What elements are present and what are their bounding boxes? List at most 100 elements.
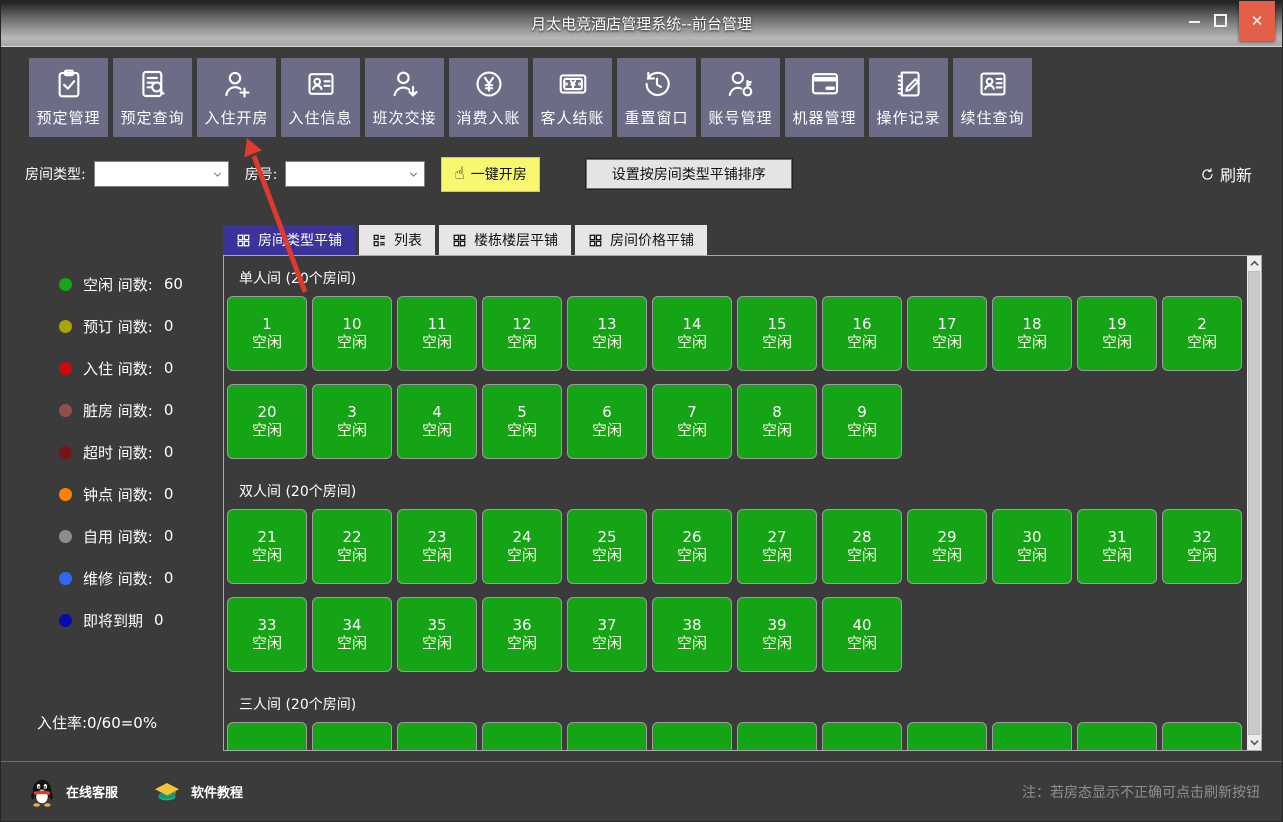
room-type-select[interactable] — [94, 161, 229, 187]
room-tile-8[interactable]: 8空闲 — [737, 384, 817, 459]
minimize-button[interactable] — [1181, 1, 1207, 35]
room-tile-3[interactable]: 3空闲 — [312, 384, 392, 459]
status-dot-icon — [59, 488, 72, 501]
room-tile-10[interactable]: 10空闲 — [312, 296, 392, 371]
refresh-button[interactable]: 刷新 — [1200, 162, 1252, 186]
scrollbar-thumb[interactable] — [1248, 271, 1260, 735]
room-tile-39[interactable]: 39空闲 — [737, 597, 817, 672]
toolbar-button-10[interactable]: 机器管理 — [785, 58, 864, 137]
room-tile-20[interactable]: 20空闲 — [227, 384, 307, 459]
room-tile-5[interactable]: 5空闲 — [482, 384, 562, 459]
room-tile[interactable] — [822, 722, 902, 751]
legend-item: 即将到期0 — [59, 599, 223, 641]
toolbar-button-1[interactable]: 预定管理 — [29, 58, 108, 137]
room-status: 空闲 — [592, 548, 622, 563]
room-tile-25[interactable]: 25空闲 — [567, 509, 647, 584]
room-tile-4[interactable]: 4空闲 — [397, 384, 477, 459]
room-tile-26[interactable]: 26空闲 — [652, 509, 732, 584]
history-icon — [641, 68, 673, 100]
banknote-icon — [557, 68, 589, 100]
room-tile-40[interactable]: 40空闲 — [822, 597, 902, 672]
tab-1[interactable]: 房间类型平铺 — [223, 225, 355, 255]
room-tile-12[interactable]: 12空闲 — [482, 296, 562, 371]
legend-item: 预订 间数:0 — [59, 305, 223, 347]
one-key-open-room-button[interactable]: ☝ 一键开房 — [441, 157, 539, 192]
room-tile-13[interactable]: 13空闲 — [567, 296, 647, 371]
room-tile[interactable] — [1162, 722, 1242, 751]
legend-count: 0 — [164, 401, 174, 419]
room-tile-38[interactable]: 38空闲 — [652, 597, 732, 672]
room-tile-23[interactable]: 23空闲 — [397, 509, 477, 584]
toolbar-button-label: 客人结账 — [540, 107, 604, 128]
room-tile[interactable] — [397, 722, 477, 751]
room-tile-31[interactable]: 31空闲 — [1077, 509, 1157, 584]
room-number: 28 — [852, 530, 871, 545]
room-tile[interactable] — [312, 722, 392, 751]
room-tile-24[interactable]: 24空闲 — [482, 509, 562, 584]
room-status: 空闲 — [252, 335, 282, 350]
toolbar-button-4[interactable]: 入住信息 — [281, 58, 360, 137]
room-number: 29 — [937, 530, 956, 545]
room-no-select[interactable] — [285, 161, 425, 187]
room-tile-18[interactable]: 18空闲 — [992, 296, 1072, 371]
room-tile-27[interactable]: 27空闲 — [737, 509, 817, 584]
sort-by-room-type-button[interactable]: 设置按房间类型平铺排序 — [586, 159, 792, 189]
maximize-button[interactable] — [1207, 1, 1233, 35]
room-tile-19[interactable]: 19空闲 — [1077, 296, 1157, 371]
room-tile-30[interactable]: 30空闲 — [992, 509, 1072, 584]
room-tile-21[interactable]: 21空闲 — [227, 509, 307, 584]
software-tutorial-link[interactable]: 软件教程 — [154, 780, 243, 804]
legend-count: 0 — [164, 443, 174, 461]
room-tile-7[interactable]: 7空闲 — [652, 384, 732, 459]
vertical-scrollbar[interactable] — [1247, 256, 1261, 750]
room-tile-29[interactable]: 29空闲 — [907, 509, 987, 584]
room-tile-34[interactable]: 34空闲 — [312, 597, 392, 672]
room-tile-32[interactable]: 32空闲 — [1162, 509, 1242, 584]
scroll-up-button[interactable] — [1247, 256, 1261, 271]
room-tile-16[interactable]: 16空闲 — [822, 296, 902, 371]
room-status: 空闲 — [847, 548, 877, 563]
room-tile[interactable] — [992, 722, 1072, 751]
toolbar-button-5[interactable]: 班次交接 — [365, 58, 444, 137]
room-tile-36[interactable]: 36空闲 — [482, 597, 562, 672]
title-bar: 月太电竞酒店管理系统--前台管理 ✕ — [1, 1, 1282, 47]
room-tile-6[interactable]: 6空闲 — [567, 384, 647, 459]
tab-3[interactable]: 楼栋楼层平铺 — [439, 225, 571, 255]
room-tile-2[interactable]: 2空闲 — [1162, 296, 1242, 371]
room-tile-22[interactable]: 22空闲 — [312, 509, 392, 584]
room-tile[interactable] — [567, 722, 647, 751]
toolbar-button-12[interactable]: 续住查询 — [953, 58, 1032, 137]
online-service-link[interactable]: 在线客服 — [29, 777, 118, 807]
room-tile-15[interactable]: 15空闲 — [737, 296, 817, 371]
toolbar-button-7[interactable]: 客人结账 — [533, 58, 612, 137]
room-tile[interactable] — [482, 722, 562, 751]
room-tile[interactable] — [652, 722, 732, 751]
room-no-label: 房号: — [245, 164, 278, 184]
room-tile-1[interactable]: 1空闲 — [227, 296, 307, 371]
room-tile[interactable] — [907, 722, 987, 751]
toolbar-button-6[interactable]: 消费入账 — [449, 58, 528, 137]
room-tile[interactable] — [227, 722, 307, 751]
toolbar-button-3[interactable]: 入住开房 — [197, 58, 276, 137]
room-tile-14[interactable]: 14空闲 — [652, 296, 732, 371]
room-tile[interactable] — [737, 722, 817, 751]
room-tile-33[interactable]: 33空闲 — [227, 597, 307, 672]
room-tile-35[interactable]: 35空闲 — [397, 597, 477, 672]
room-tile-37[interactable]: 37空闲 — [567, 597, 647, 672]
room-tile-28[interactable]: 28 空闲 — [822, 509, 902, 584]
tab-2[interactable]: 列表 — [359, 225, 435, 255]
room-tile-17[interactable]: 17空闲 — [907, 296, 987, 371]
room-tile-9[interactable]: 9空闲 — [822, 384, 902, 459]
room-number: 20 — [257, 405, 276, 420]
grid-icon — [236, 233, 251, 248]
tab-4[interactable]: 房间价格平铺 — [575, 225, 707, 255]
legend-label: 脏房 间数: — [83, 400, 153, 421]
scroll-down-button[interactable] — [1247, 735, 1261, 750]
toolbar-button-8[interactable]: 重置窗口 — [617, 58, 696, 137]
room-tile-11[interactable]: 11空闲 — [397, 296, 477, 371]
toolbar-button-9[interactable]: 账号管理 — [701, 58, 780, 137]
close-button[interactable]: ✕ — [1239, 1, 1275, 41]
toolbar-button-11[interactable]: 操作记录 — [869, 58, 948, 137]
room-tile[interactable] — [1077, 722, 1157, 751]
toolbar-button-2[interactable]: 预定查询 — [113, 58, 192, 137]
